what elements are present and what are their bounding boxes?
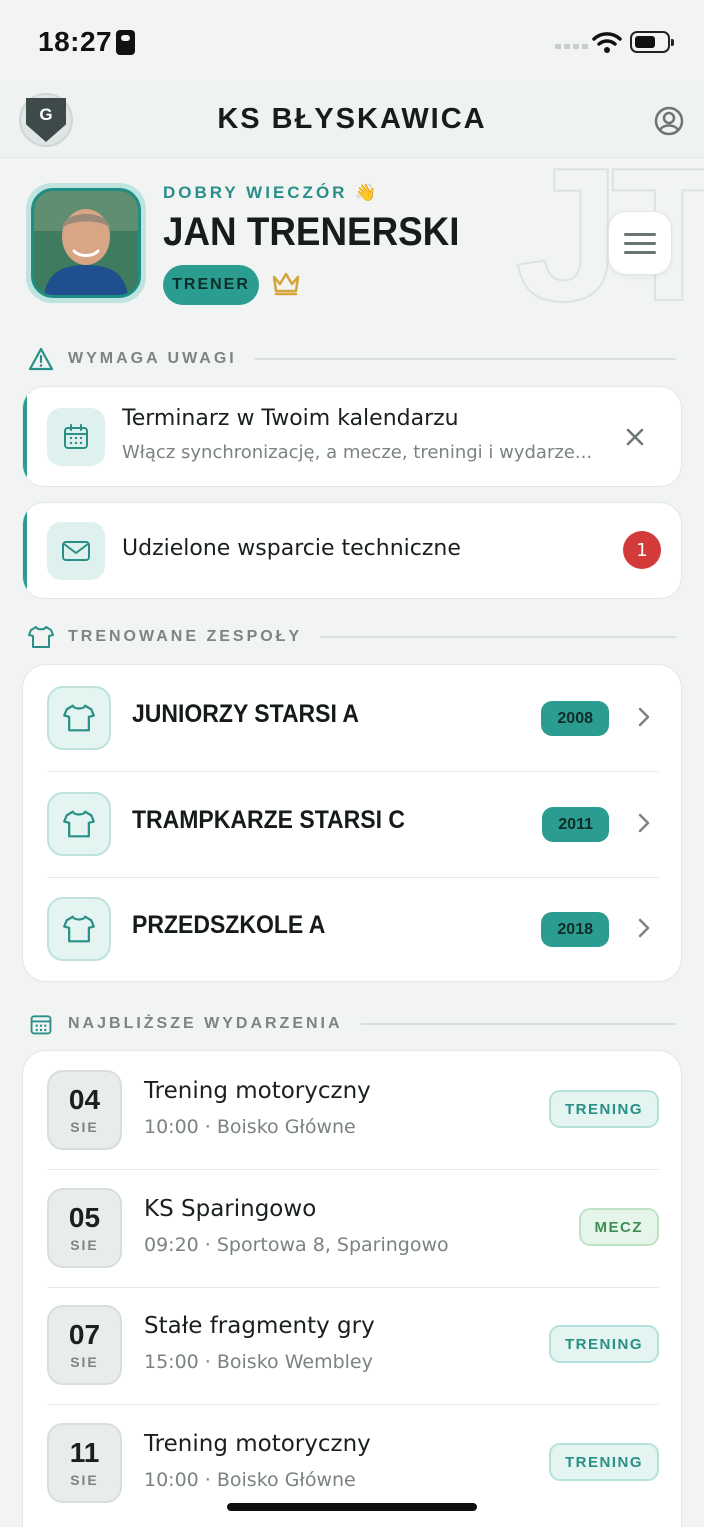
section-events: NAJBLIŻSZE WYDARZENIA bbox=[28, 1009, 676, 1039]
event-details: 09:20 · Sportowa 8, Sparingowo bbox=[144, 1234, 449, 1256]
greeting-text: DOBRY WIECZÓR 👋 bbox=[163, 183, 380, 202]
alert-title: Udzielone wsparcie techniczne bbox=[122, 536, 461, 561]
id-card-icon bbox=[116, 30, 135, 55]
team-icon-box bbox=[47, 792, 111, 856]
teams-card: JUNIORZY STARSI A 2008 TRAMPKARZE STARSI… bbox=[22, 664, 682, 982]
event-title: KS Sparingowo bbox=[144, 1196, 317, 1222]
divider bbox=[320, 636, 676, 638]
warning-icon bbox=[28, 347, 54, 371]
events-card: 04 SIE Trening motoryczny 10:00 · Boisko… bbox=[22, 1050, 682, 1527]
team-year-badge: 2018 bbox=[541, 912, 609, 947]
section-attention: WYMAGA UWAGI bbox=[28, 344, 676, 374]
team-row[interactable]: PRZEDSZKOLE A 2018 bbox=[47, 877, 659, 983]
row-divider bbox=[47, 1404, 659, 1405]
section-title: WYMAGA UWAGI bbox=[68, 350, 237, 367]
divider bbox=[254, 358, 676, 360]
row-divider bbox=[47, 1169, 659, 1170]
event-date-box: 05 SIE bbox=[47, 1188, 122, 1268]
event-date-box: 07 SIE bbox=[47, 1305, 122, 1385]
event-details: 10:00 · Boisko Główne bbox=[144, 1469, 356, 1491]
team-name: PRZEDSZKOLE A bbox=[132, 911, 326, 939]
team-year-badge: 2008 bbox=[541, 701, 609, 736]
user-name: JAN TRENERSKI bbox=[163, 210, 460, 254]
chevron-right-icon bbox=[638, 707, 650, 727]
event-title: Trening motoryczny bbox=[144, 1431, 371, 1457]
event-date-box: 11 SIE bbox=[47, 1423, 122, 1503]
crown-icon bbox=[272, 272, 300, 296]
status-time: 18:27 bbox=[38, 26, 113, 57]
calendar-sync-alert[interactable]: Terminarz w Twoim kalendarzu Włącz synch… bbox=[22, 386, 682, 487]
event-day: 05 bbox=[68, 1201, 101, 1233]
event-type-badge: MECZ bbox=[578, 1208, 659, 1246]
event-title: Trening motoryczny bbox=[144, 1078, 371, 1104]
team-year-badge: 2011 bbox=[542, 807, 609, 842]
battery-icon bbox=[630, 31, 674, 53]
calendar-icon bbox=[30, 1015, 52, 1035]
row-divider bbox=[47, 1287, 659, 1288]
shirt-icon bbox=[28, 626, 54, 648]
chevron-right-icon bbox=[638, 813, 650, 833]
event-type-badge: TRENING bbox=[549, 1090, 659, 1128]
event-type-badge: TRENING bbox=[549, 1325, 659, 1363]
notification-count-badge: 1 bbox=[623, 531, 661, 569]
home-indicator[interactable] bbox=[227, 1503, 477, 1511]
event-month: SIE bbox=[70, 1119, 99, 1136]
event-day: 04 bbox=[68, 1083, 101, 1115]
event-details: 10:00 · Boisko Główne bbox=[144, 1116, 356, 1138]
avatar[interactable] bbox=[26, 183, 146, 303]
menu-icon bbox=[624, 232, 656, 236]
alert-description: Włącz synchronizację, a mecze, treningi … bbox=[122, 442, 593, 463]
section-title: NAJBLIŻSZE WYDARZENIA bbox=[68, 1015, 343, 1032]
alert-title: Terminarz w Twoim kalendarzu bbox=[122, 406, 459, 431]
team-icon-box bbox=[47, 686, 111, 750]
status-bar: 18:27 bbox=[0, 0, 704, 80]
event-day: 11 bbox=[69, 1436, 100, 1468]
close-icon[interactable] bbox=[623, 425, 647, 449]
event-type-badge: TRENING bbox=[549, 1443, 659, 1481]
role-badge: TRENER bbox=[163, 265, 259, 305]
event-title: Stałe fragmenty gry bbox=[144, 1313, 375, 1339]
team-row[interactable]: JUNIORZY STARSI A 2008 bbox=[47, 666, 659, 772]
coach-photo bbox=[34, 191, 138, 295]
team-row[interactable]: TRAMPKARZE STARSI C 2011 bbox=[47, 772, 659, 878]
team-name: JUNIORZY STARSI A bbox=[132, 700, 360, 728]
shirt-icon bbox=[63, 704, 95, 732]
alert-icon-box bbox=[47, 408, 105, 466]
event-month: SIE bbox=[70, 1354, 99, 1371]
calendar-icon bbox=[64, 424, 88, 449]
shirt-icon bbox=[63, 810, 95, 838]
event-month: SIE bbox=[70, 1237, 99, 1254]
alert-icon-box bbox=[47, 522, 105, 580]
divider bbox=[360, 1023, 676, 1025]
tech-support-alert[interactable]: Udzielone wsparcie techniczne 1 bbox=[22, 502, 682, 599]
team-icon-box bbox=[47, 897, 111, 961]
event-date-box: 04 SIE bbox=[47, 1070, 122, 1150]
team-name: TRAMPKARZE STARSI C bbox=[132, 806, 406, 834]
chevron-right-icon bbox=[638, 918, 650, 938]
section-title: TRENOWANE ZESPOŁY bbox=[68, 628, 303, 645]
shirt-icon bbox=[63, 915, 95, 943]
signal-icon bbox=[555, 44, 588, 49]
wifi-icon bbox=[592, 32, 622, 53]
mail-icon bbox=[62, 541, 90, 561]
event-day: 07 bbox=[68, 1318, 101, 1350]
section-teams: TRENOWANE ZESPOŁY bbox=[28, 622, 676, 652]
event-details: 15:00 · Boisko Wembley bbox=[144, 1351, 373, 1373]
event-row[interactable]: 11 SIE Trening motoryczny 10:00 · Boisko… bbox=[47, 1423, 659, 1527]
event-month: SIE bbox=[70, 1472, 99, 1489]
menu-button[interactable] bbox=[608, 211, 672, 275]
